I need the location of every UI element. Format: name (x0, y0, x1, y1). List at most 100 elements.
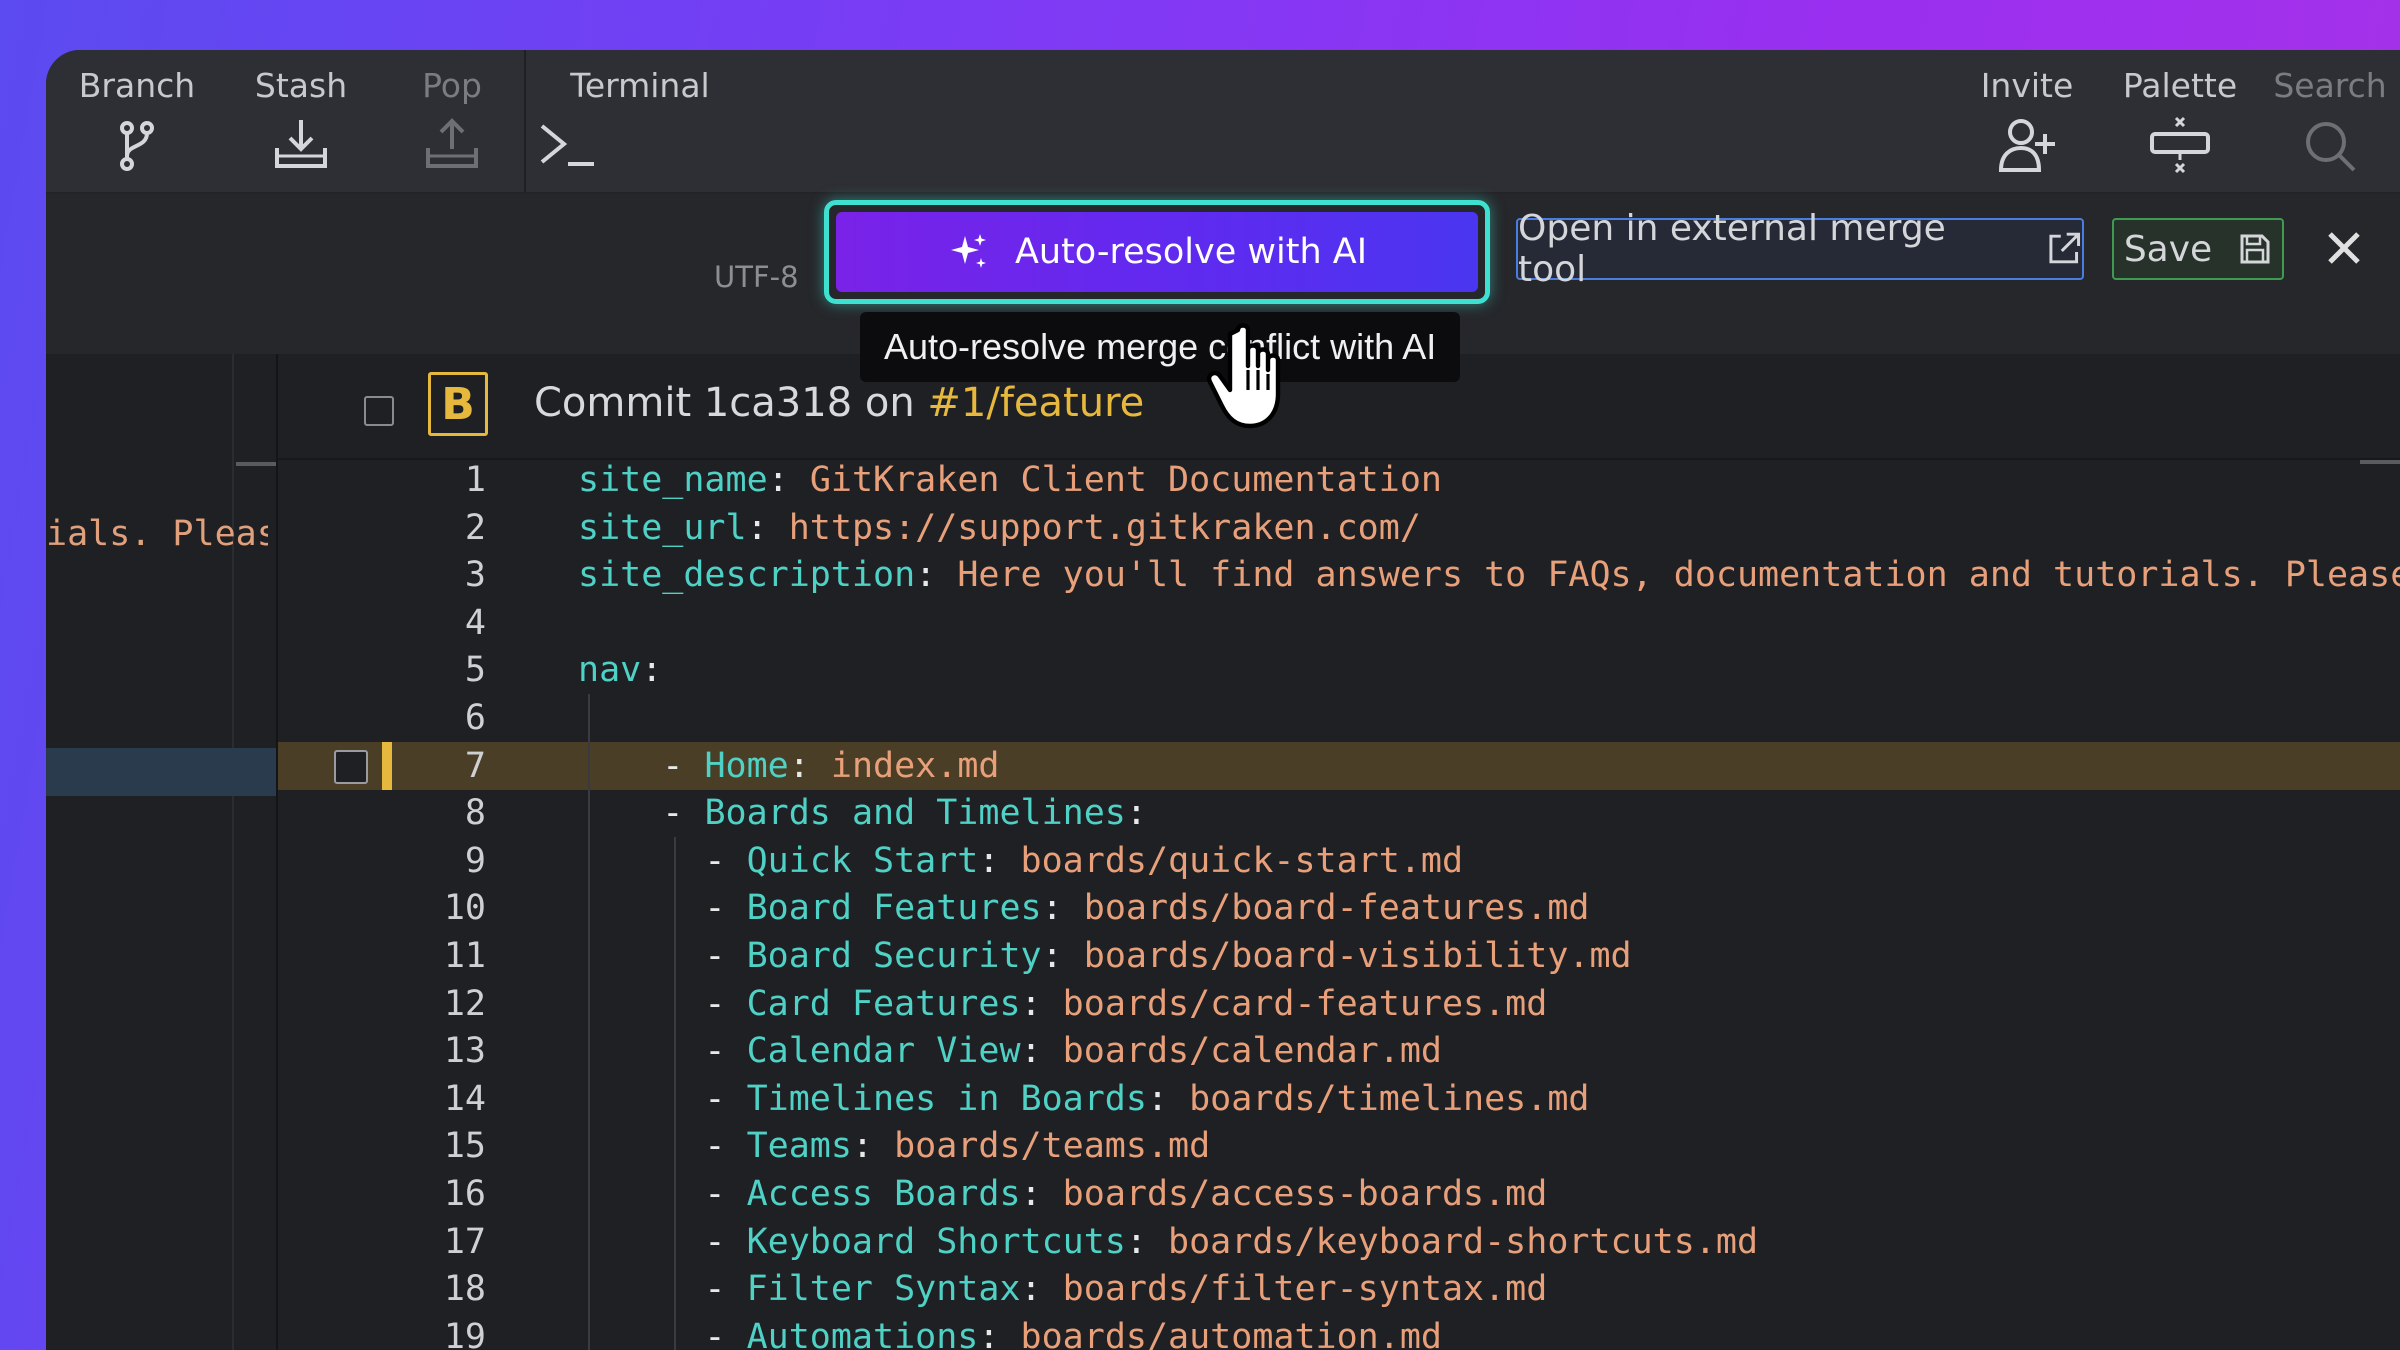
code-line[interactable]: 2 site_url: https://support.gitkraken.com… (278, 504, 2400, 552)
stash-label: Stash (254, 66, 348, 105)
code-line[interactable]: 8 - Boards and Timelines: (278, 789, 2400, 837)
line-number: 9 (464, 840, 486, 881)
yaml-value: GitKraken Client Documentation (809, 460, 1442, 500)
code-line[interactable]: 3 site_description: Here you'll find answ… (278, 551, 2400, 599)
line-number: 3 (464, 555, 486, 596)
code-line[interactable]: 1 site_name: GitKraken Client Documentati… (278, 460, 2400, 504)
save-label: Save (2123, 228, 2213, 270)
yaml-indent: - (578, 888, 747, 929)
yaml-sep: : (1020, 1174, 1063, 1214)
branch-icon (120, 121, 154, 171)
indent-guide (674, 836, 676, 1350)
code-line[interactable]: 15 - Teams: boards/teams.md (278, 1122, 2400, 1170)
yaml-value: index.md (830, 745, 1000, 786)
code-line[interactable]: 16 - Access Boards: boards/access-boards… (278, 1170, 2400, 1218)
yaml-indent: - (578, 745, 705, 786)
code-text: - Card Features: boards/card-features.md (578, 980, 1547, 1028)
yaml-indent: - (578, 983, 747, 1024)
terminal-label: Terminal (570, 66, 710, 105)
yaml-sep: : (1125, 1221, 1169, 1262)
close-icon (2328, 232, 2360, 264)
yaml-sep: : (1041, 888, 1084, 929)
yaml-value: boards/automation.md (1020, 1316, 1442, 1350)
commit-branch: #1/feature (927, 380, 1145, 426)
line-number: 5 (464, 650, 486, 691)
code-line[interactable]: 11 - Board Security: boards/board-visibi… (278, 932, 2400, 980)
yaml-indent: - (578, 840, 747, 881)
add-user-icon (1998, 119, 2055, 172)
yaml-sep: : (788, 745, 831, 786)
branch-button[interactable]: Branch (46, 50, 228, 192)
yaml-key: Board Security (746, 936, 1042, 976)
invite-label: Invite (1980, 66, 2074, 105)
yaml-sep: : (1020, 1269, 1063, 1310)
yaml-value: boards/card-features.md (1062, 983, 1548, 1024)
invite-button[interactable]: Invite (1954, 50, 2100, 192)
external-merge-tool-button[interactable]: Open in external merge tool (1516, 208, 2084, 290)
close-merge-button[interactable] (2316, 220, 2372, 276)
select-all-checkbox[interactable] (364, 396, 394, 426)
yaml-value: boards/board-visibility.md (1083, 936, 1632, 976)
code-line[interactable]: 4 (278, 599, 2400, 647)
code-editor[interactable]: 1 site_name: GitKraken Client Documentati… (278, 460, 2400, 1350)
left-pane-highlight (46, 748, 276, 796)
search-button[interactable]: Search (2260, 50, 2400, 192)
yaml-key: site_description (578, 555, 916, 596)
line-number: 2 (464, 507, 486, 548)
code-line[interactable]: 14 - Timelines in Boards: boards/timelin… (278, 1075, 2400, 1123)
left-diff-pane[interactable]: ials. Please (46, 354, 276, 1350)
yaml-indent: - (578, 793, 705, 834)
yaml-indent: - (578, 1078, 747, 1119)
code-line[interactable]: 19 - Automations: boards/automation.md (278, 1313, 2400, 1350)
sparkle-icon (950, 234, 986, 268)
yaml-value: boards/access-boards.md (1062, 1174, 1548, 1214)
ai-tooltip: Auto-resolve merge conflict with AI (860, 312, 1461, 382)
side-b-badge: B (428, 372, 488, 436)
code-line[interactable]: 13 - Calendar View: boards/calendar.md (278, 1027, 2400, 1075)
yaml-sep: : (1020, 1031, 1063, 1072)
code-line[interactable]: 18 - Filter Syntax: boards/filter-syntax… (278, 1265, 2400, 1313)
auto-resolve-ai-button[interactable]: Auto-resolve with AI (836, 212, 1478, 292)
left-pane-scroll-marker (236, 462, 276, 466)
code-line[interactable]: 12 - Card Features: boards/card-features… (278, 980, 2400, 1028)
yaml-key: Home (704, 745, 789, 786)
auto-resolve-ai-label: Auto-resolve with AI (1014, 232, 1368, 272)
hand-pointer-cursor-icon (1206, 323, 1281, 429)
pop-icon (426, 118, 478, 168)
code-text: nav: (578, 646, 662, 694)
code-line[interactable]: 17 - Keyboard Shortcuts: boards/keyboard… (278, 1218, 2400, 1266)
line-number: 19 (443, 1316, 486, 1350)
code-line[interactable]: 9 - Quick Start: boards/quick-start.md (278, 837, 2400, 885)
code-text: - Boards and Timelines: (578, 789, 1147, 837)
yaml-sep: : (641, 650, 663, 691)
yaml-key: Boards and Timelines (704, 793, 1126, 834)
yaml-indent: - (578, 1126, 747, 1167)
yaml-value: boards/timelines.md (1189, 1078, 1590, 1119)
save-button[interactable]: Save (2112, 218, 2284, 280)
yaml-value: boards/calendar.md (1062, 1031, 1442, 1072)
indent-guide (588, 694, 590, 1350)
stash-button[interactable]: Stash (228, 50, 374, 192)
code-text: - Home: index.md (578, 742, 999, 790)
yaml-indent: - (578, 1221, 747, 1262)
line-number: 11 (443, 936, 486, 976)
terminal-icon (540, 124, 594, 166)
code-line[interactable]: 7 - Home: index.md (278, 741, 2400, 790)
code-line[interactable]: 6 (278, 694, 2400, 742)
yaml-key: Quick Start (746, 840, 979, 881)
line-number: 15 (443, 1126, 486, 1167)
palette-button[interactable]: Palette (2100, 50, 2260, 192)
line-number: 10 (443, 888, 486, 929)
code-line[interactable]: 5 nav: (278, 646, 2400, 694)
yaml-value: boards/teams.md (894, 1126, 1211, 1167)
terminal-button[interactable]: Terminal (534, 50, 796, 192)
line-number: 7 (464, 745, 486, 786)
external-link-icon (2048, 232, 2080, 264)
external-merge-tool-label: Open in external merge tool (1518, 208, 1946, 290)
yaml-indent: - (578, 1174, 747, 1214)
line-number: 12 (443, 983, 486, 1024)
yaml-key: Keyboard Shortcuts (746, 1221, 1126, 1262)
yaml-sep: : (851, 1126, 895, 1167)
code-text: - Access Boards: boards/access-boards.md (578, 1170, 1547, 1218)
code-line[interactable]: 10 - Board Features: boards/board-featur… (278, 884, 2400, 932)
